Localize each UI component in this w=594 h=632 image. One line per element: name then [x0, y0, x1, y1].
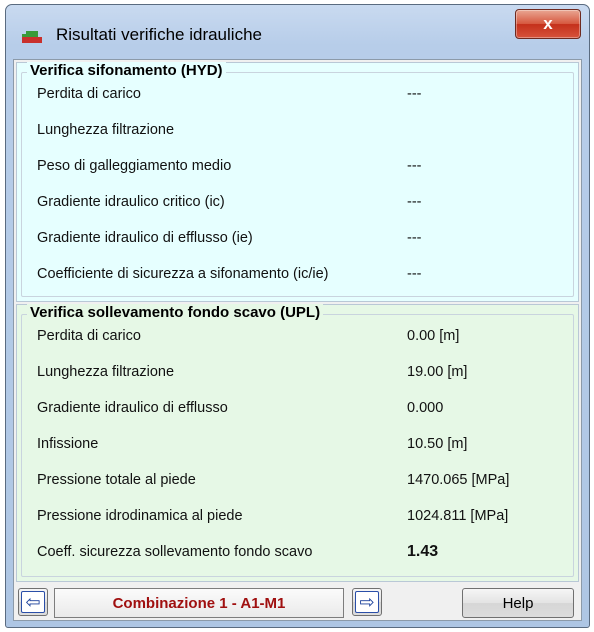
- hyd-row-label: Perdita di carico: [37, 86, 141, 102]
- upl-row-value: 1470.065 [MPa]: [407, 472, 510, 488]
- hyd-row: Gradiente idraulico di efflusso (ie) ---: [17, 223, 578, 253]
- hyd-row-value: ---: [407, 266, 422, 282]
- right-arrow-icon: ⇨: [355, 591, 379, 613]
- client-area: Verifica sifonamento (HYD) Perdita di ca…: [13, 59, 582, 621]
- hyd-row-label: Gradiente idraulico critico (ic): [37, 194, 225, 210]
- upl-row-label: Pressione idrodinamica al piede: [37, 508, 243, 524]
- upl-row-value: 19.00 [m]: [407, 364, 468, 380]
- results-window: Risultati verifiche idrauliche x Verific…: [5, 4, 590, 628]
- upl-panel-title: Verifica sollevamento fondo scavo (UPL): [27, 304, 324, 321]
- hyd-row-label: Coefficiente di sicurezza a sifonamento …: [37, 266, 329, 282]
- upl-row-safety-factor: Coeff. sicurezza sollevamento fondo scav…: [17, 537, 578, 567]
- hyd-row-value: ---: [407, 194, 422, 210]
- hyd-row-label: Peso di galleggiamento medio: [37, 158, 232, 174]
- title-bar[interactable]: Risultati verifiche idrauliche x: [6, 5, 589, 55]
- upl-row-label: Coeff. sicurezza sollevamento fondo scav…: [37, 544, 313, 560]
- close-button[interactable]: x: [515, 9, 581, 39]
- previous-combination-button[interactable]: ⇦: [18, 588, 48, 616]
- upl-row-value: 1024.811 [MPa]: [407, 508, 509, 524]
- upl-row: Pressione idrodinamica al piede 1024.811…: [17, 501, 578, 531]
- upl-row-label: Lunghezza filtrazione: [37, 364, 175, 380]
- help-button[interactable]: Help: [462, 588, 574, 618]
- hyd-panel: Verifica sifonamento (HYD) Perdita di ca…: [16, 62, 579, 302]
- combination-label: Combinazione 1 - A1-M1: [54, 588, 344, 618]
- upl-row-label: Gradiente idraulico di efflusso: [37, 400, 228, 416]
- hyd-row: Gradiente idraulico critico (ic) ---: [17, 187, 578, 217]
- window-title: Risultati verifiche idrauliche: [56, 25, 262, 44]
- hyd-row: Peso di galleggiamento medio ---: [17, 151, 578, 181]
- hyd-row-label: Gradiente idraulico di efflusso (ie): [37, 230, 253, 246]
- next-combination-button[interactable]: ⇨: [352, 588, 382, 616]
- upl-row: Gradiente idraulico di efflusso 0.000: [17, 393, 578, 423]
- upl-row-label: Infissione: [37, 436, 99, 452]
- hyd-panel-title: Verifica sifonamento (HYD): [27, 62, 226, 79]
- hyd-row: Coefficiente di sicurezza a sifonamento …: [17, 259, 578, 289]
- left-arrow-icon: ⇦: [21, 591, 45, 613]
- upl-panel: Verifica sollevamento fondo scavo (UPL) …: [16, 304, 579, 582]
- upl-row-value: 0.00 [m]: [407, 328, 460, 344]
- safety-factor-value: 1.43: [407, 543, 439, 560]
- upl-row-value: 0.000: [407, 400, 444, 416]
- hyd-row-value: ---: [407, 158, 422, 174]
- upl-row-label: Pressione totale al piede: [37, 472, 196, 488]
- app-icon: [22, 31, 42, 43]
- upl-row-value: 10.50 [m]: [407, 436, 468, 452]
- upl-row: Perdita di carico 0.00 [m]: [17, 321, 578, 351]
- hyd-row: Perdita di carico ---: [17, 79, 578, 109]
- upl-row-label: Perdita di carico: [37, 328, 141, 344]
- hyd-row: Lunghezza filtrazione: [17, 115, 578, 145]
- hyd-row-label: Lunghezza filtrazione: [37, 122, 175, 138]
- upl-row: Pressione totale al piede 1470.065 [MPa]: [17, 465, 578, 495]
- hyd-row-value: ---: [407, 230, 422, 246]
- footer-bar: ⇦ Combinazione 1 - A1-M1 ⇨ Help: [16, 586, 579, 618]
- upl-row: Lunghezza filtrazione 19.00 [m]: [17, 357, 578, 387]
- upl-row: Infissione 10.50 [m]: [17, 429, 578, 459]
- close-icon: x: [543, 14, 553, 33]
- hyd-row-value: ---: [407, 86, 422, 102]
